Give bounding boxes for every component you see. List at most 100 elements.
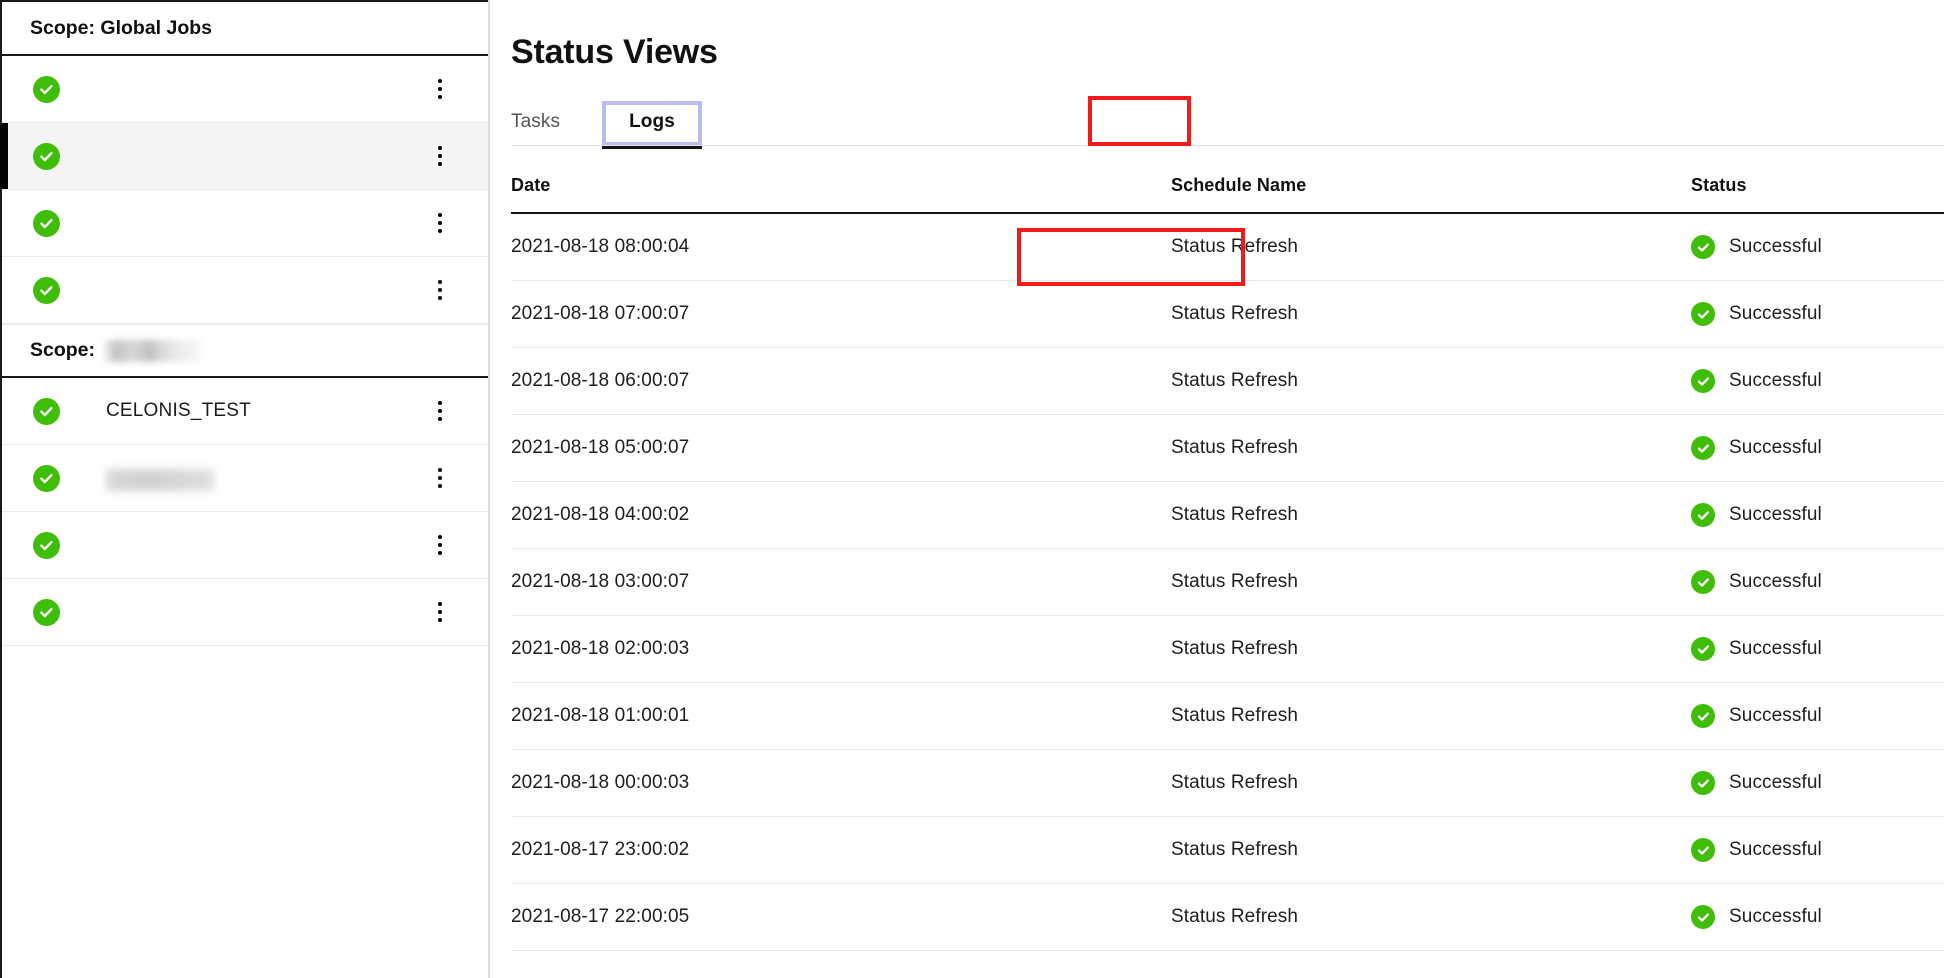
status-label: Successful (1729, 772, 1822, 793)
check-circle-icon (1691, 905, 1715, 929)
kebab-menu-icon[interactable] (418, 146, 462, 166)
job-row[interactable] (2, 257, 488, 324)
job-row-selected[interactable] (0, 123, 488, 190)
cell-schedule-name: Status Refresh (1171, 883, 1691, 951)
status-label: Successful (1729, 839, 1822, 860)
logs-table: Date Schedule Name Status 2021-08-18 08:… (511, 175, 1944, 951)
check-circle-icon (33, 531, 60, 559)
check-circle-icon (33, 598, 60, 626)
tab-bar: Tasks Logs (511, 98, 1944, 149)
check-circle-icon (33, 397, 60, 425)
cell-date: 2021-08-18 06:00:07 (511, 347, 1171, 415)
table-row[interactable]: 2021-08-18 05:00:07 Status Refresh Success… (511, 414, 1944, 482)
check-circle-icon (1691, 838, 1715, 862)
check-circle-icon (1691, 503, 1715, 527)
sidebar-inner: Scope: Global Jobs Scope: CELONIS_TEST (0, 0, 488, 978)
cell-date: 2021-08-18 00:00:03 (511, 749, 1171, 817)
status-label: Successful (1729, 705, 1822, 726)
check-circle-icon (1691, 302, 1715, 326)
cell-date: 2021-08-18 05:00:07 (511, 414, 1171, 482)
cell-status: Successful (1691, 213, 1944, 281)
app-root: Scope: Global Jobs Scope: CELONIS_TEST S… (0, 0, 1944, 978)
table-row[interactable]: 2021-08-18 08:00:04 Status Refresh Success… (511, 213, 1944, 281)
cell-date: 2021-08-18 02:00:03 (511, 615, 1171, 683)
cell-date: 2021-08-17 23:00:02 (511, 816, 1171, 884)
cell-status: Successful (1691, 682, 1944, 750)
column-header-status[interactable]: Status (1691, 175, 1944, 214)
cell-schedule-name: Status Refresh (1171, 749, 1691, 817)
table-row[interactable]: 2021-08-18 02:00:03 Status Refresh Success… (511, 615, 1944, 683)
check-circle-icon (33, 75, 60, 103)
job-row[interactable] (2, 579, 488, 646)
cell-schedule-name: Status Refresh (1171, 280, 1691, 348)
job-row[interactable] (2, 445, 488, 512)
job-row[interactable]: CELONIS_TEST (2, 378, 488, 445)
cell-status: Successful (1691, 749, 1944, 817)
job-list-second-scope: CELONIS_TEST (2, 378, 488, 646)
cell-status: Successful (1691, 481, 1944, 549)
cell-status: Successful (1691, 816, 1944, 884)
table-row[interactable]: 2021-08-18 01:00:01 Status Refresh Success… (511, 682, 1944, 750)
table-row[interactable]: 2021-08-18 03:00:07 Status Refresh Success… (511, 548, 1944, 616)
status-label: Successful (1729, 303, 1822, 324)
cell-schedule-name: Status Refresh (1171, 481, 1691, 549)
cell-status: Successful (1691, 615, 1944, 683)
kebab-menu-icon[interactable] (418, 213, 462, 233)
table-row[interactable]: 2021-08-18 00:00:03 Status Refresh Success… (511, 749, 1944, 817)
status-label: Successful (1729, 571, 1822, 592)
cell-date: 2021-08-18 01:00:01 (511, 682, 1171, 750)
scope-label: Scope: Global Jobs (30, 16, 213, 39)
cell-schedule-name: Status Refresh (1171, 682, 1691, 750)
check-circle-icon (1691, 704, 1715, 728)
tab-tasks[interactable]: Tasks (511, 101, 574, 146)
cell-schedule-name: Status Refresh (1171, 548, 1691, 616)
cell-date: 2021-08-17 22:00:05 (511, 883, 1171, 951)
kebab-menu-icon[interactable] (418, 79, 462, 99)
cell-schedule-name: Status Refresh (1171, 414, 1691, 482)
cell-status: Successful (1691, 414, 1944, 482)
scope-header-second: Scope: (2, 324, 488, 378)
check-circle-icon (33, 142, 60, 170)
check-circle-icon (1691, 369, 1715, 393)
column-header-date[interactable]: Date (511, 175, 1171, 214)
check-circle-icon (1691, 235, 1715, 259)
status-label: Successful (1729, 906, 1822, 927)
tab-logs[interactable]: Logs (602, 101, 702, 149)
kebab-menu-icon[interactable] (418, 280, 462, 300)
status-label: Successful (1729, 370, 1822, 391)
kebab-menu-icon[interactable] (418, 602, 462, 622)
cell-schedule-name: Status Refresh (1171, 213, 1691, 281)
cell-date: 2021-08-18 04:00:02 (511, 481, 1171, 549)
jobs-sidebar: Scope: Global Jobs Scope: CELONIS_TEST (0, 0, 490, 978)
table-header-row: Date Schedule Name Status (511, 175, 1944, 214)
check-circle-icon (33, 464, 60, 492)
redacted-scope-value (104, 339, 201, 362)
kebab-menu-icon[interactable] (418, 468, 462, 488)
status-label: Successful (1729, 504, 1822, 525)
cell-schedule-name: Status Refresh (1171, 347, 1691, 415)
job-name: CELONIS_TEST (106, 400, 251, 422)
table-row[interactable]: 2021-08-17 23:00:02 Status Refresh Success… (511, 816, 1944, 884)
job-name (106, 465, 418, 491)
job-row[interactable] (2, 56, 488, 123)
table-row[interactable]: 2021-08-17 22:00:05 Status Refresh Success… (511, 883, 1944, 951)
cell-status: Successful (1691, 548, 1944, 616)
scope-label: Scope: (30, 339, 96, 361)
kebab-menu-icon[interactable] (418, 535, 462, 555)
main-content: Status Views Tasks Logs Date Schedule Na… (490, 0, 1944, 978)
page-title: Status Views (511, 33, 718, 71)
table-row[interactable]: 2021-08-18 04:00:02 Status Refresh Success… (511, 481, 1944, 549)
cell-schedule-name: Status Refresh (1171, 816, 1691, 884)
kebab-menu-icon[interactable] (418, 401, 462, 421)
table-row[interactable]: 2021-08-18 07:00:07 Status Refresh Success… (511, 280, 1944, 348)
check-circle-icon (33, 209, 60, 237)
table-row[interactable]: 2021-08-18 06:00:07 Status Refresh Success… (511, 347, 1944, 415)
column-header-schedule-name[interactable]: Schedule Name (1171, 175, 1691, 214)
job-list-global-jobs (0, 56, 488, 324)
cell-status: Successful (1691, 347, 1944, 415)
status-label: Successful (1729, 638, 1822, 659)
job-row[interactable] (2, 190, 488, 257)
redacted-text (106, 469, 214, 491)
job-row[interactable] (2, 512, 488, 579)
logs-table-container: Date Schedule Name Status 2021-08-18 08:… (511, 175, 1944, 951)
